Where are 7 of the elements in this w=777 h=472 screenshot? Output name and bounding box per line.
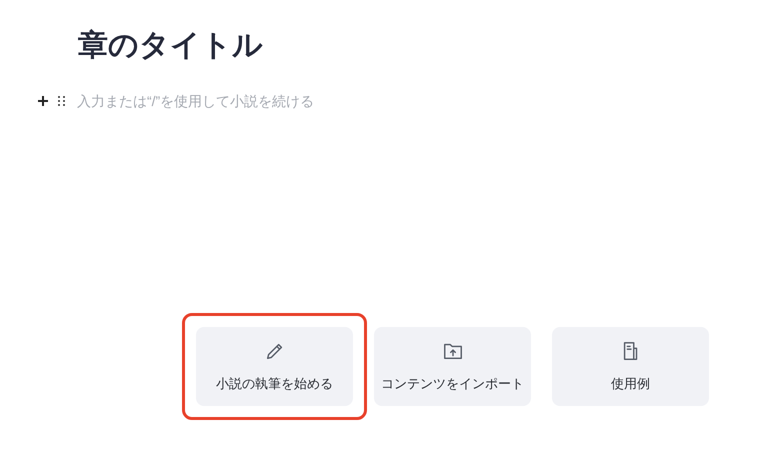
action-card[interactable]: 小説の執筆を始める bbox=[196, 327, 353, 406]
action-card[interactable]: 使用例 bbox=[552, 327, 709, 406]
drag-handle-icon[interactable] bbox=[58, 96, 65, 106]
chapter-title[interactable]: 章のタイトル bbox=[78, 26, 263, 66]
editor-input[interactable]: 入力または“/”を使用して小説を続ける bbox=[77, 90, 397, 112]
add-icon[interactable] bbox=[38, 96, 48, 106]
action-card[interactable]: コンテンツをインポート bbox=[374, 327, 531, 406]
